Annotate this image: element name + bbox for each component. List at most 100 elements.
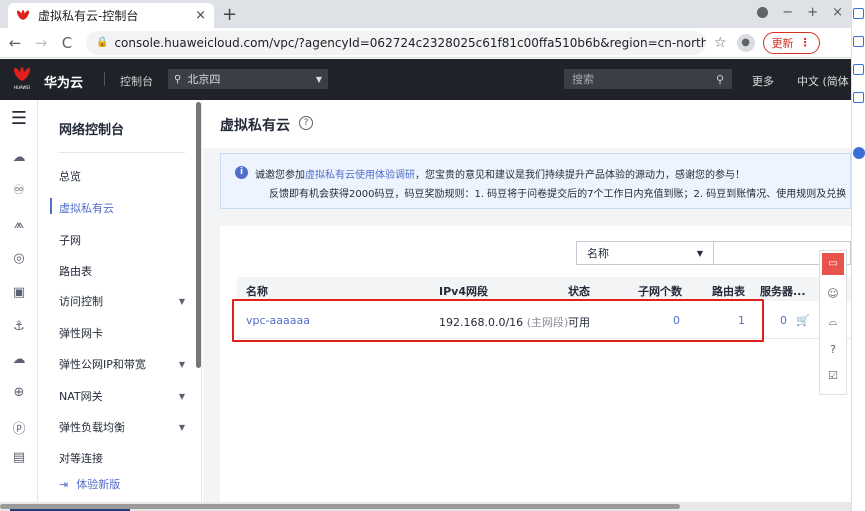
switch-icon: ⇥	[59, 477, 69, 491]
headset-icon[interactable]: ⌓	[820, 315, 846, 329]
column-header[interactable]: 状态	[568, 283, 590, 299]
tab-close-icon[interactable]: ×	[195, 8, 206, 23]
search-input[interactable]: 搜索 ⚲	[564, 69, 732, 89]
sidebar-scrollbar[interactable]	[196, 102, 201, 368]
caret-down-icon: ▼	[178, 296, 185, 306]
minimize-button[interactable]: −	[782, 5, 793, 20]
url-field[interactable]: 🔒 console.huaweicloud.com/vpc/?agencyId=…	[86, 30, 706, 55]
info-icon: i	[235, 166, 248, 179]
sidebar-item-label: 虚拟私有云	[59, 202, 114, 215]
notice-line-1: 诚邀您参加虚拟私有云使用体验调研，您宝贵的意见和建议是我们持续提升产品体验的源动…	[255, 166, 745, 181]
caret-down-icon: ▼	[178, 391, 185, 401]
tool-icon[interactable]	[853, 36, 864, 47]
survey-link[interactable]: 虚拟私有云使用体验调研	[305, 170, 415, 181]
search-icon[interactable]: ⚲	[716, 73, 724, 86]
floating-toolbar: ▭ ☺ ⌓ ? ☑	[819, 250, 847, 395]
sidebar-item-elb[interactable]: 弹性负载均衡 ▼	[59, 419, 185, 435]
profile-icon[interactable]: ●	[736, 33, 755, 52]
server-icon[interactable]: ▣	[0, 285, 38, 300]
anchor-icon[interactable]: ⚓	[0, 319, 38, 334]
brand-name[interactable]: 华为云	[44, 72, 83, 91]
ip-icon[interactable]: ⓟ	[0, 418, 38, 437]
sidebar-item-overview[interactable]: 总览	[59, 168, 185, 184]
filter-label: 名称	[587, 247, 609, 260]
sidebar-item-new-version[interactable]: ⇥ 体验新版	[59, 476, 185, 492]
huawei-logo-icon[interactable]: HUAWEI	[12, 67, 32, 91]
feedback-icon[interactable]: ▭	[822, 253, 844, 275]
highlight-box	[232, 299, 764, 342]
globe-icon[interactable]: ⊕	[0, 385, 38, 400]
console-link[interactable]: 控制台	[120, 73, 153, 89]
maximize-button[interactable]: +	[807, 5, 818, 20]
checkbox-icon[interactable]	[853, 8, 864, 19]
back-icon[interactable]: ←	[4, 34, 26, 52]
browser-tab[interactable]: 虚拟私有云-控制台 ×	[8, 3, 214, 28]
status-dot-icon[interactable]	[853, 147, 865, 159]
bookmark-star-icon[interactable]: ☆	[714, 35, 727, 51]
column-header[interactable]: 子网个数	[638, 283, 682, 299]
sidebar-item-access-control[interactable]: 访问控制 ▼	[59, 293, 185, 309]
sidebar-item-label: 路由表	[59, 265, 92, 278]
search-placeholder: 搜索	[572, 73, 594, 86]
nodes-icon[interactable]: ♾	[0, 183, 38, 198]
tab-title: 虚拟私有云-控制台	[38, 9, 139, 23]
cloud-icon[interactable]: ☁	[0, 150, 38, 165]
database-icon[interactable]: ◎	[0, 251, 38, 266]
forward-icon[interactable]: →	[30, 34, 52, 52]
sidebar-item-route-table[interactable]: 路由表	[59, 263, 185, 279]
page-header: 虚拟私有云 ?	[203, 100, 851, 148]
caret-down-icon: ▼	[178, 359, 185, 369]
side-panel-strip	[851, 0, 865, 511]
divider	[104, 72, 105, 86]
column-header[interactable]: 服务器...	[760, 283, 806, 299]
more-menu[interactable]: 更多	[752, 73, 774, 89]
column-header[interactable]: 路由表	[712, 283, 745, 299]
address-bar: ← → C 🔒 console.huaweicloud.com/vpc/?age…	[0, 28, 851, 58]
console-topbar: HUAWEI 华为云 控制台 ⚲ 北京四 ▼ 搜索 ⚲ 更多 中文 (简体	[0, 59, 851, 100]
update-button[interactable]: 更新 ⋮	[762, 31, 820, 54]
filter-field-select[interactable]: 名称 ▼	[576, 241, 714, 265]
checkbox-icon[interactable]	[853, 64, 864, 75]
browser-tabbar: 虚拟私有云-控制台 × + − + ×	[0, 0, 851, 28]
region-label: 北京四	[187, 73, 221, 86]
mountain-icon[interactable]: ⩕	[0, 217, 38, 232]
language-menu[interactable]: 中文 (简体	[797, 73, 849, 89]
location-pin-icon: ⚲	[174, 73, 182, 85]
sidebar-item-subnet[interactable]: 子网	[59, 232, 185, 248]
sidebar-item-label: 体验新版	[76, 478, 121, 491]
reload-icon[interactable]: C	[56, 34, 78, 52]
new-tab-button[interactable]: +	[222, 4, 237, 25]
cart-icon[interactable]: 🛒	[796, 314, 810, 327]
sidebar-item-vpc[interactable]: 虚拟私有云	[59, 200, 185, 216]
divider	[59, 152, 185, 153]
close-window-button[interactable]: ×	[832, 5, 843, 20]
column-header[interactable]: IPv4网段	[439, 283, 488, 299]
caret-down-icon: ▼	[178, 422, 185, 432]
url-text: console.huaweicloud.com/vpc/?agencyId=06…	[114, 35, 706, 50]
help-circle-icon[interactable]: ?	[820, 343, 846, 356]
active-indicator	[50, 198, 52, 214]
sidebar-item-eip[interactable]: 弹性公网IP和带宽 ▼	[59, 356, 185, 372]
sidebar-item-nat[interactable]: NAT网关 ▼	[59, 388, 185, 404]
horizontal-scrollbar[interactable]	[0, 502, 851, 511]
document-icon[interactable]: ▤	[0, 450, 38, 465]
help-icon[interactable]: ?	[299, 116, 313, 130]
caret-down-icon: ▼	[315, 74, 322, 84]
update-label: 更新	[771, 36, 794, 50]
huawei-favicon-icon	[16, 9, 30, 22]
sidebar-item-label: 弹性公网IP和带宽	[59, 358, 146, 371]
sidebar-item-eni[interactable]: 弹性网卡	[59, 325, 185, 341]
smile-icon[interactable]: ☺	[820, 287, 846, 300]
server-count-link[interactable]: 0	[780, 314, 787, 327]
column-header[interactable]: 名称	[246, 283, 268, 299]
sidebar-item-peering[interactable]: 对等连接	[59, 450, 185, 466]
region-selector[interactable]: ⚲ 北京四 ▼	[168, 69, 328, 89]
record-icon[interactable]	[757, 7, 769, 18]
more-vert-icon: ⋮	[799, 36, 811, 49]
network-icon[interactable]	[853, 92, 864, 103]
cloud-outline-icon[interactable]: ☁	[0, 352, 38, 367]
checklist-icon[interactable]: ☑	[820, 369, 846, 382]
menu-icon[interactable]: ☰	[0, 108, 38, 129]
sidebar-item-label: 对等连接	[59, 452, 103, 465]
notice-text: 诚邀您参加	[255, 170, 305, 181]
